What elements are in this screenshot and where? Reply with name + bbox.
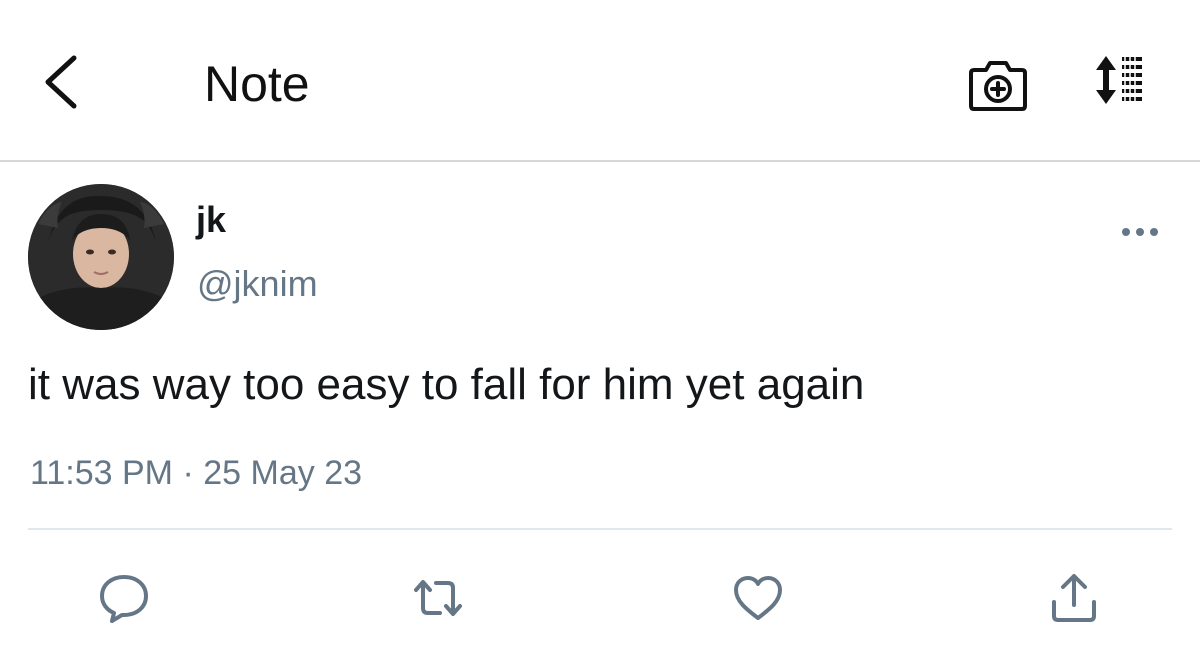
page-title: Note	[204, 56, 310, 112]
reply-button[interactable]	[98, 572, 150, 624]
author-handle[interactable]: @jknim	[197, 262, 318, 306]
share-icon	[1052, 574, 1096, 622]
sort-button[interactable]	[1094, 54, 1144, 108]
share-button[interactable]	[1048, 572, 1100, 624]
retweet-icon	[414, 580, 462, 616]
camera-button[interactable]	[968, 56, 1028, 112]
divider	[28, 528, 1172, 530]
profile-photo	[28, 184, 174, 330]
comment-icon	[100, 575, 148, 623]
camera-add-icon	[969, 61, 1027, 111]
avatar[interactable]	[28, 184, 174, 330]
ellipsis-icon	[1122, 228, 1158, 236]
heart-icon	[734, 576, 782, 620]
sort-list-icon	[1096, 56, 1142, 104]
note-screen: Note jk @jknim it was way too easy to fa…	[0, 0, 1200, 658]
meta-separator: ·	[182, 454, 194, 492]
chevron-left-icon	[45, 55, 77, 109]
tweet-text: it was way too easy to fall for him yet …	[28, 360, 865, 409]
back-button[interactable]	[38, 52, 86, 112]
like-button[interactable]	[732, 572, 784, 624]
retweet-button[interactable]	[412, 572, 464, 624]
tweet-date: 25 May 23	[203, 454, 363, 492]
author-name[interactable]: jk	[196, 198, 226, 242]
top-bar: Note	[0, 0, 1200, 162]
more-options-button[interactable]	[1118, 222, 1162, 242]
tweet-timestamp: 11:53 PM · 25 May 23	[30, 452, 362, 494]
tweet-time: 11:53 PM	[30, 454, 174, 492]
